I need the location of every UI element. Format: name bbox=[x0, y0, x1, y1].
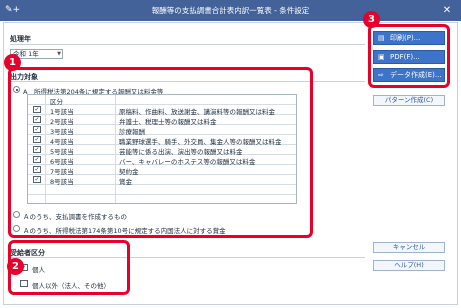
highlight-output-buttons bbox=[368, 24, 450, 88]
pattern-create-button[interactable]: パターン作成(C) bbox=[373, 95, 445, 106]
badge-1: 1 bbox=[4, 54, 21, 71]
badge-2: 2 bbox=[7, 258, 24, 275]
window-title: 報酬等の支払調書合計表内訳一覧表 - 条件設定 bbox=[151, 6, 310, 15]
period-label: 処理年 bbox=[10, 35, 31, 43]
highlight-output-target bbox=[8, 67, 313, 238]
separator bbox=[10, 44, 365, 45]
cancel-button[interactable]: キャンセル bbox=[373, 242, 445, 253]
title-bar: ✎+ 報酬等の支払調書合計表内訳一覧表 - 条件設定 ✕ bbox=[0, 0, 461, 21]
help-button[interactable]: ヘルプ(H) bbox=[373, 260, 445, 271]
badge-3: 3 bbox=[363, 11, 380, 28]
close-button[interactable]: ✕ bbox=[439, 3, 455, 18]
highlight-recipient bbox=[8, 240, 130, 295]
chevron-down-icon: ▼ bbox=[57, 51, 61, 57]
